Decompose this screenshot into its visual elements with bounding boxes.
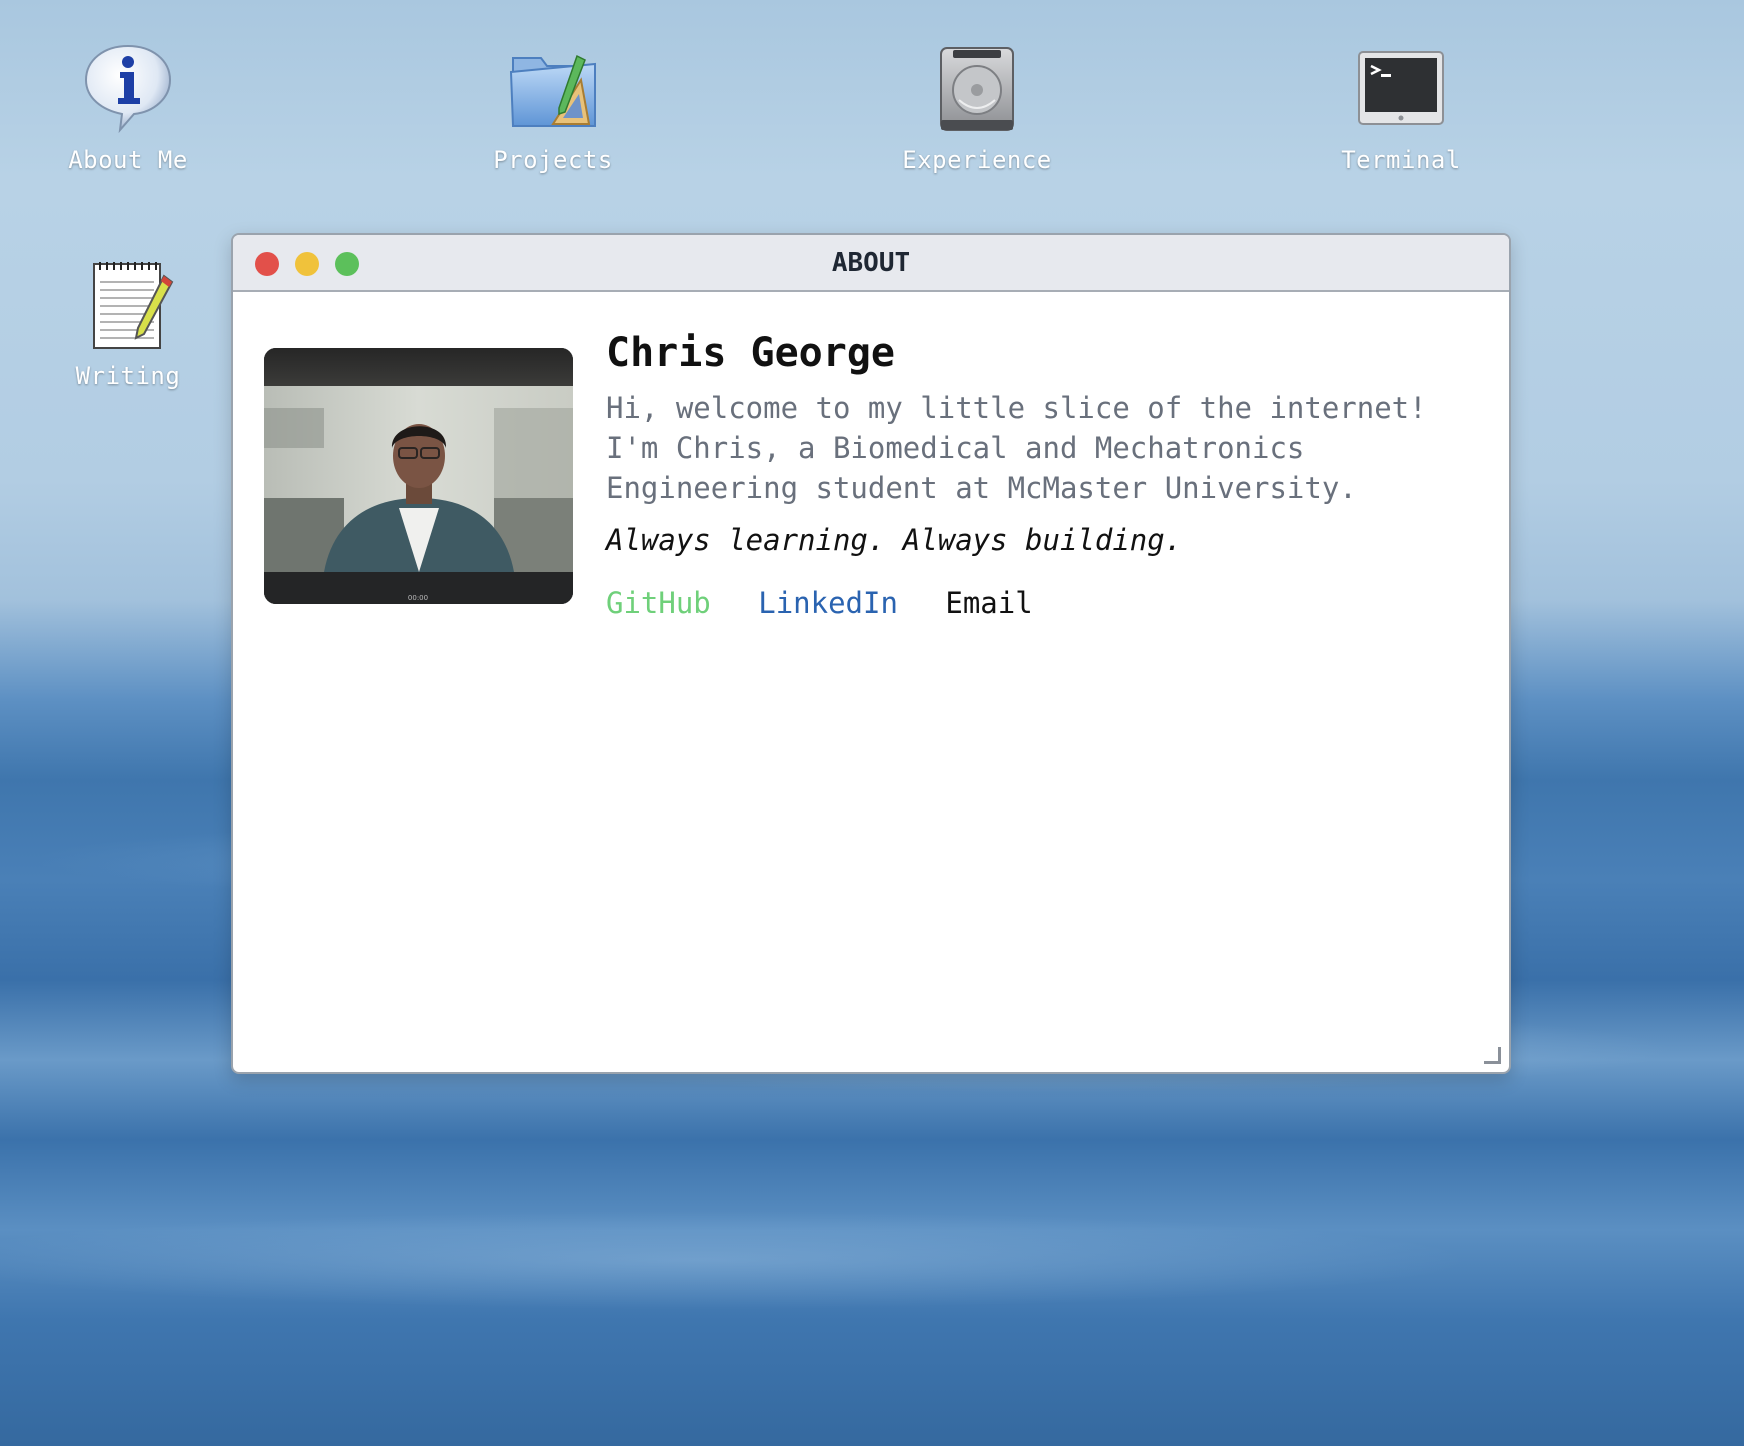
desktop-icon-writing[interactable]: Writing: [28, 256, 228, 390]
window-titlebar[interactable]: ABOUT: [233, 235, 1509, 292]
hard-drive-icon: [940, 47, 1014, 131]
window-title: ABOUT: [831, 248, 911, 278]
github-link[interactable]: GitHub: [606, 586, 711, 620]
info-bubble-icon: [84, 44, 172, 134]
notepad-pencil-icon: [93, 262, 174, 349]
resize-handle[interactable]: [1484, 1047, 1501, 1064]
desktop-icon-label: Terminal: [1341, 146, 1461, 174]
projects-folder-icon: [509, 54, 596, 127]
terminal-icon: [1358, 51, 1444, 125]
profile-bio: Hi, welcome to my little slice of the in…: [606, 391, 1427, 505]
window-content: 00:00 Chris George Hi, welcome to my lit…: [233, 292, 1509, 1072]
profile-name: Chris George: [606, 330, 895, 376]
email-link[interactable]: Email: [945, 586, 1032, 620]
desktop-icon-label: Experience: [902, 146, 1052, 174]
desktop-icon-label: About Me: [68, 146, 188, 174]
profile-photo: 00:00: [264, 348, 573, 604]
desktop-icon-experience[interactable]: Experience: [877, 40, 1077, 174]
profile-motto: Always learning. Always building.: [606, 523, 1183, 557]
social-links: GitHub LinkedIn Email: [606, 586, 1063, 620]
linkedin-link[interactable]: LinkedIn: [758, 586, 898, 620]
desktop-icon-projects[interactable]: Projects: [453, 40, 653, 174]
desktop-icon-terminal[interactable]: Terminal: [1301, 40, 1501, 174]
desktop-icon-about-me[interactable]: About Me: [28, 40, 228, 174]
desktop-icon-label: Projects: [493, 146, 613, 174]
desktop-icon-label: Writing: [75, 362, 181, 390]
video-timestamp: 00:00: [408, 594, 428, 602]
about-window[interactable]: ABOUT 00:00 Chris George Hi, welcome to …: [231, 233, 1511, 1074]
